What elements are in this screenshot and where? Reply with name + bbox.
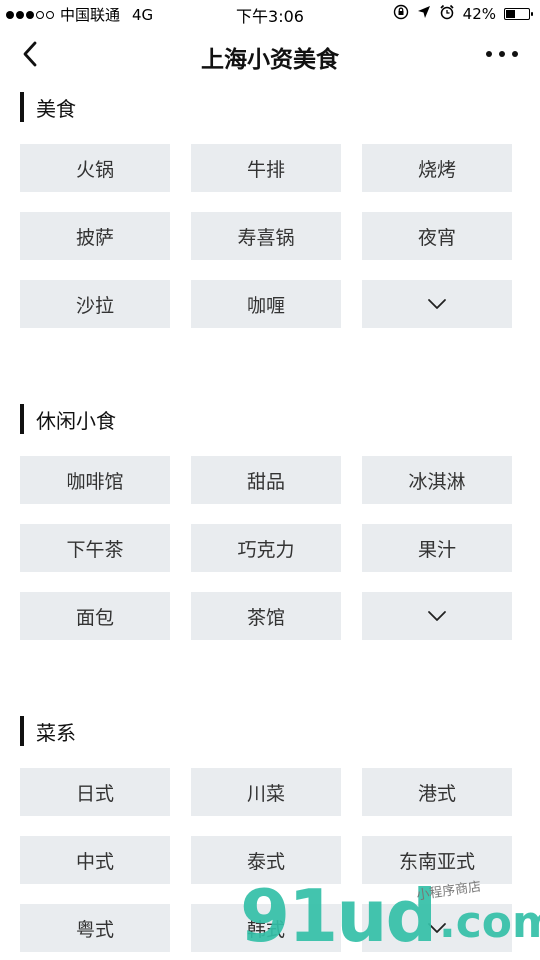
- section-title: 菜系: [20, 716, 76, 746]
- page-title: 上海小资美食: [201, 47, 339, 73]
- tag-cafe[interactable]: 咖啡馆: [20, 456, 170, 504]
- tag-curry[interactable]: 咖喱: [191, 280, 341, 328]
- tag-teahouse[interactable]: 茶馆: [191, 592, 341, 640]
- tag-japanese[interactable]: 日式: [20, 768, 170, 816]
- tag-juice[interactable]: 果汁: [362, 524, 512, 572]
- expand-more-button[interactable]: [362, 904, 512, 952]
- tag-hotpot[interactable]: 火锅: [20, 144, 170, 192]
- tag-grid: 日式 川菜 港式 中式 泰式 东南亚式 粤式 韩式: [20, 768, 514, 952]
- tag-label: 披萨: [75, 226, 114, 249]
- chevron-down-icon: [428, 611, 446, 621]
- section-marker: [20, 92, 24, 122]
- tag-chinese[interactable]: 中式: [20, 836, 170, 884]
- expand-more-button[interactable]: [362, 592, 512, 640]
- tag-thai[interactable]: 泰式: [191, 836, 341, 884]
- tag-label: 甜品: [246, 470, 285, 493]
- tag-label: 粤式: [75, 918, 114, 941]
- tag-label: 巧克力: [237, 538, 295, 561]
- chevron-down-icon: [428, 923, 446, 933]
- tag-label: 夜宵: [417, 226, 456, 249]
- tag-label: 泰式: [246, 850, 285, 873]
- tag-label: 下午茶: [66, 538, 124, 561]
- section-title: 休闲小食: [20, 404, 116, 434]
- tag-cantonese[interactable]: 粤式: [20, 904, 170, 952]
- tag-late-night[interactable]: 夜宵: [362, 212, 512, 260]
- expand-more-button[interactable]: [362, 280, 512, 328]
- tag-label: 牛排: [246, 158, 285, 181]
- tag-label: 寿喜锅: [237, 226, 295, 249]
- battery-icon: [504, 8, 533, 20]
- tag-steak[interactable]: 牛排: [191, 144, 341, 192]
- navigation-bar: 上海小资美食: [0, 28, 540, 80]
- tag-salad[interactable]: 沙拉: [20, 280, 170, 328]
- tag-label: 面包: [75, 606, 114, 629]
- section-title: 美食: [20, 92, 76, 122]
- tag-label: 日式: [75, 782, 114, 805]
- tag-dessert[interactable]: 甜品: [191, 456, 341, 504]
- tag-ice-cream[interactable]: 冰淇淋: [362, 456, 512, 504]
- tag-label: 港式: [417, 782, 456, 805]
- tag-korean[interactable]: 韩式: [191, 904, 341, 952]
- more-horizontal-icon: [486, 51, 492, 57]
- more-button[interactable]: [486, 40, 518, 68]
- battery-fill: [506, 10, 515, 18]
- section-title-label: 美食: [36, 96, 76, 121]
- tag-sukiyaki[interactable]: 寿喜锅: [191, 212, 341, 260]
- tag-label: 烧烤: [417, 158, 456, 181]
- section-title-label: 休闲小食: [36, 408, 116, 433]
- tag-bbq[interactable]: 烧烤: [362, 144, 512, 192]
- battery-percent: 42%: [462, 5, 496, 23]
- tag-bread[interactable]: 面包: [20, 592, 170, 640]
- tag-label: 果汁: [417, 538, 456, 561]
- tag-label: 茶馆: [246, 606, 285, 629]
- tag-afternoon-tea[interactable]: 下午茶: [20, 524, 170, 572]
- section-title-label: 菜系: [36, 720, 76, 745]
- tag-label: 中式: [75, 850, 114, 873]
- status-right: 42%: [393, 4, 533, 24]
- tag-label: 韩式: [246, 918, 285, 941]
- tag-grid: 咖啡馆 甜品 冰淇淋 下午茶 巧克力 果汁 面包 茶馆: [20, 456, 514, 640]
- location-arrow-icon: [417, 5, 431, 23]
- tag-label: 川菜: [246, 782, 285, 805]
- rotation-lock-icon: [393, 4, 409, 24]
- section-marker: [20, 404, 24, 434]
- tag-hong-kong[interactable]: 港式: [362, 768, 512, 816]
- tag-chocolate[interactable]: 巧克力: [191, 524, 341, 572]
- more-horizontal-icon: [512, 51, 518, 57]
- more-horizontal-icon: [499, 51, 505, 57]
- chevron-down-icon: [428, 299, 446, 309]
- tag-sichuan[interactable]: 川菜: [191, 768, 341, 816]
- tag-label: 咖啡馆: [66, 470, 124, 493]
- tag-label: 咖喱: [246, 294, 285, 317]
- tag-grid: 火锅 牛排 烧烤 披萨 寿喜锅 夜宵 沙拉 咖喱: [20, 144, 514, 328]
- section-marker: [20, 716, 24, 746]
- tag-label: 沙拉: [75, 294, 114, 317]
- alarm-clock-icon: [439, 4, 455, 24]
- status-bar: 中国联通 4G 下午3:06 42%: [0, 0, 540, 28]
- tag-label: 东南亚式: [398, 850, 475, 873]
- tag-southeast-asian[interactable]: 东南亚式: [362, 836, 512, 884]
- tag-label: 冰淇淋: [408, 470, 466, 493]
- tag-label: 火锅: [75, 158, 114, 181]
- tag-pizza[interactable]: 披萨: [20, 212, 170, 260]
